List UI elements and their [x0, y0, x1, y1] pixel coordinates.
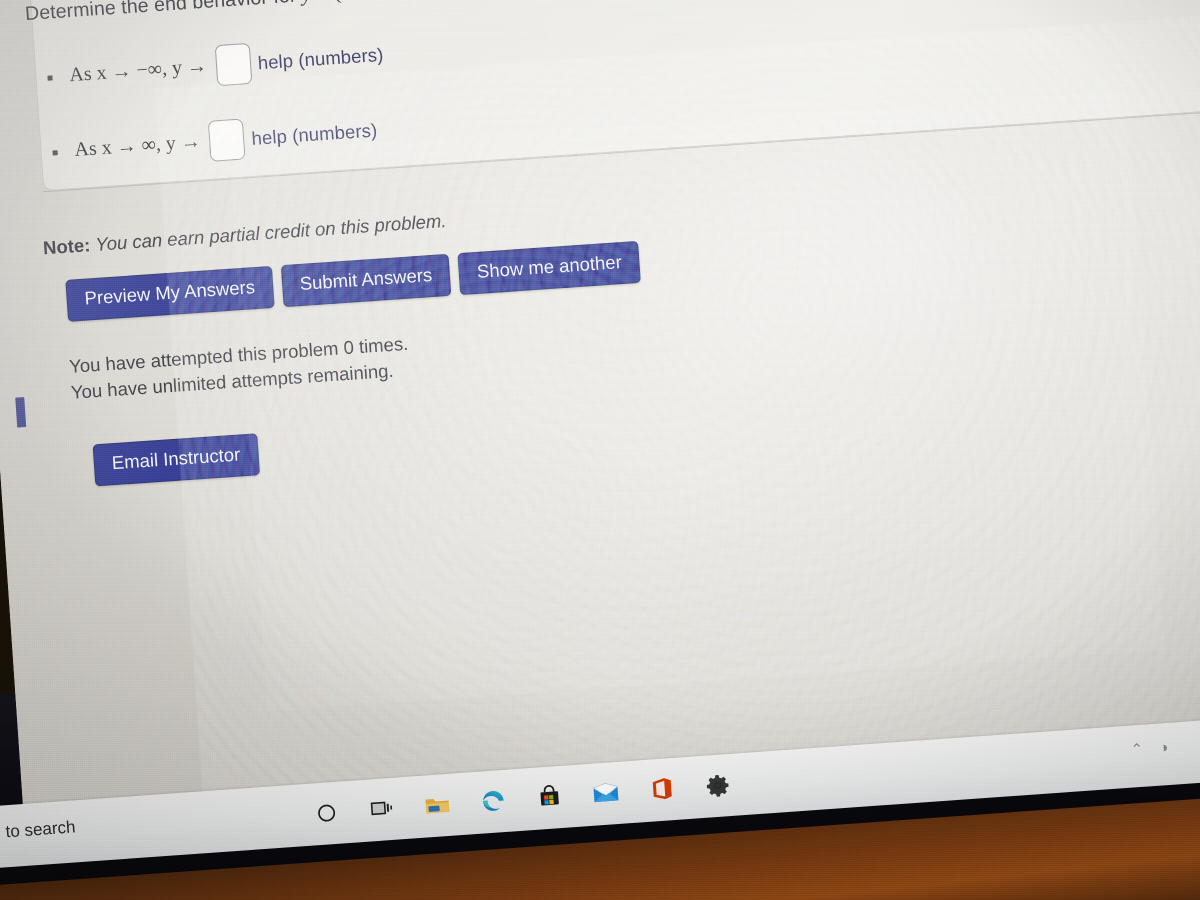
microsoft-store-icon[interactable]	[534, 781, 566, 813]
note-label: Note:	[42, 234, 91, 259]
laptop-screen: Determine the end behavior for y = (x + …	[0, 0, 1200, 848]
search-box-text[interactable]: to search	[5, 817, 76, 842]
file-explorer-icon[interactable]	[422, 789, 454, 821]
laptop-screen-photo: Determine the end behavior for y = (x + …	[0, 0, 1200, 900]
page-edge-accent	[15, 397, 27, 428]
answer-input-positive-infinity[interactable]	[208, 118, 247, 162]
note-text: You can earn partial credit on this prob…	[94, 209, 447, 255]
cortana-icon[interactable]	[310, 797, 342, 829]
answer-button-row: Preview My Answers Submit Answers Show m…	[65, 240, 642, 322]
webwork-problem-content: Determine the end behavior for y = (x + …	[0, 0, 1200, 848]
limit-expression-2: As x → ∞, y →	[73, 130, 202, 162]
equation-lhs: y	[301, 0, 312, 6]
show-me-another-button[interactable]: Show me another	[457, 240, 642, 295]
task-view-icon[interactable]	[366, 793, 398, 825]
help-numbers-link-1[interactable]: help (numbers)	[257, 43, 384, 74]
email-instructor-wrap: Email Instructor	[92, 433, 260, 486]
tray-icon[interactable]: ◑	[1159, 738, 1169, 756]
preview-my-answers-button[interactable]: Preview My Answers	[65, 265, 275, 322]
show-hidden-icons-chevron[interactable]: ⌃	[1130, 740, 1144, 759]
equation-close-paren: )	[383, 0, 392, 1]
settings-gear-icon[interactable]	[701, 769, 733, 801]
answer-input-negative-infinity[interactable]	[214, 42, 253, 87]
limit-expression-1: As x → −∞, y →	[68, 54, 208, 87]
system-tray: ⌃ ◑	[1130, 738, 1169, 759]
email-instructor-button[interactable]: Email Instructor	[92, 433, 260, 486]
edge-browser-icon[interactable]	[478, 785, 510, 817]
equation-equals: =	[316, 0, 330, 5]
help-numbers-link-2[interactable]: help (numbers)	[251, 119, 378, 150]
mail-icon[interactable]	[589, 777, 621, 809]
office-icon[interactable]	[645, 773, 677, 805]
equation-variable: x	[340, 0, 351, 4]
attempts-info: You have attempted this problem 0 times.…	[68, 331, 410, 407]
submit-answers-button[interactable]: Submit Answers	[280, 253, 452, 307]
end-behavior-row-positive-infinity: As x → ∞, y → help (numbers)	[73, 88, 694, 171]
partial-credit-note: Note: You can earn partial credit on thi…	[42, 210, 447, 259]
equation-open-paren: (	[333, 0, 342, 4]
